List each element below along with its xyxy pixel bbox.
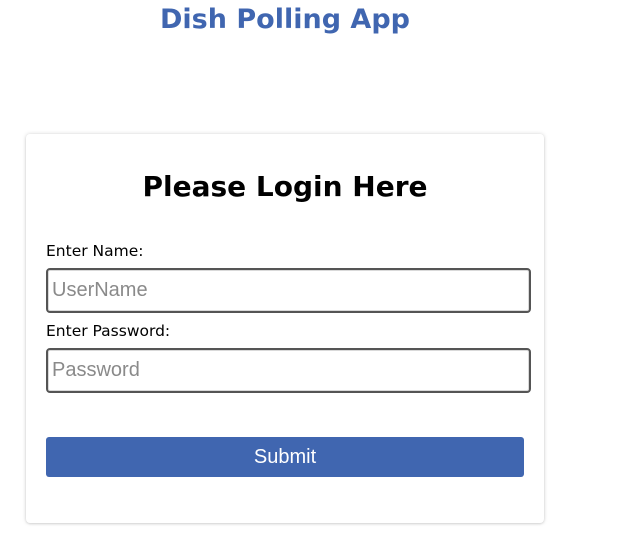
password-input[interactable] (46, 348, 531, 393)
username-input[interactable] (46, 268, 531, 313)
submit-button[interactable]: Submit (46, 437, 524, 477)
name-label: Enter Name: (46, 242, 144, 260)
login-heading: Please Login Here (142, 170, 428, 203)
app-title: Dish Polling App (160, 4, 410, 35)
password-label: Enter Password: (46, 322, 171, 340)
login-card: Please Login Here Enter Name: Enter Pass… (26, 134, 544, 523)
